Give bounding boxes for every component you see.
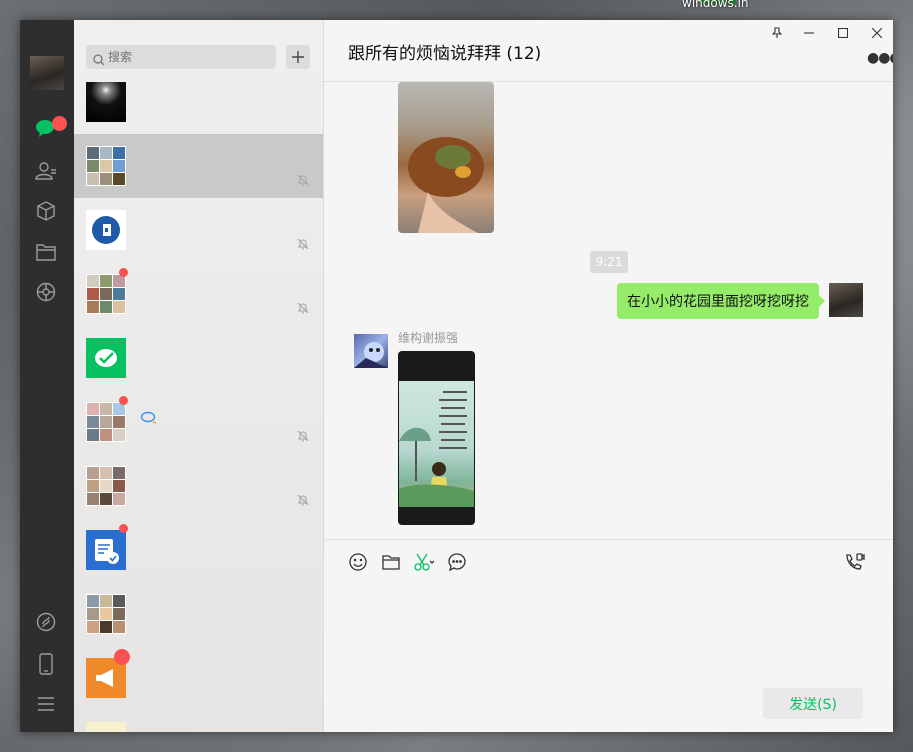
nav-sidebar (20, 20, 74, 732)
add-chat-button[interactable] (286, 45, 310, 69)
unread-badge (114, 649, 130, 665)
my-message-avatar[interactable] (829, 283, 863, 317)
close-icon[interactable] (870, 26, 884, 40)
search-input[interactable] (108, 45, 268, 69)
moments-icon[interactable] (33, 279, 59, 305)
screenshot-content (399, 381, 474, 507)
my-message-bubble[interactable]: 在小小的花园里面挖呀挖呀挖 (617, 283, 825, 319)
my-avatar[interactable] (30, 56, 64, 90)
sender-avatar[interactable] (354, 334, 388, 368)
unread-dot (119, 396, 128, 405)
screenshot-image-message[interactable] (398, 351, 475, 525)
folder-icon[interactable] (381, 552, 401, 572)
mute-icon (296, 172, 310, 191)
input-toolbar (324, 539, 893, 580)
conversation-item[interactable] (74, 710, 323, 732)
conversation-item[interactable] (74, 646, 323, 710)
favorites-icon[interactable] (33, 198, 59, 224)
conversation-list (74, 20, 324, 732)
chat-title: 跟所有的烦恼说拜拜 (12) (348, 44, 542, 64)
search-box[interactable] (86, 45, 276, 69)
conversation-item[interactable] (74, 518, 323, 582)
conversation-item[interactable] (74, 454, 323, 518)
mute-icon (296, 492, 310, 511)
maximize-icon[interactable] (836, 26, 850, 40)
conversation-item-selected[interactable] (74, 134, 323, 198)
bank-avatar (86, 210, 126, 250)
wechat-window: 跟所有的烦恼说拜拜 (12) ●●● (20, 20, 893, 732)
minimize-icon[interactable] (802, 26, 816, 40)
scissors-icon[interactable] (414, 552, 434, 572)
image-message[interactable] (398, 82, 494, 233)
chat-history-icon[interactable] (447, 552, 467, 572)
mute-icon (296, 428, 310, 447)
conversation-avatar (86, 722, 126, 732)
files-icon[interactable] (33, 239, 59, 265)
search-icon (93, 51, 105, 70)
chat-header: 跟所有的烦恼说拜拜 (12) ●●● (324, 20, 893, 82)
more-options-icon[interactable]: ●●● (867, 50, 893, 66)
voice-call-icon[interactable] (845, 552, 865, 572)
send-button[interactable]: 发送(S) (763, 688, 863, 719)
message-list: 9:21 在小小的花园里面挖呀挖呀挖 维构谢振强 (324, 82, 893, 539)
group-avatar (86, 146, 126, 186)
contacts-icon[interactable] (33, 158, 59, 184)
phone-icon[interactable] (33, 651, 59, 677)
mute-icon (296, 300, 310, 319)
wechat-pay-avatar (86, 338, 126, 378)
group-avatar (86, 402, 126, 442)
my-message-text: 在小小的花园里面挖呀挖呀挖 (627, 294, 809, 310)
message-input[interactable] (344, 580, 878, 684)
group-avatar (86, 274, 126, 314)
desktop-shortcut-label: windows.in (682, 0, 749, 10)
emoji-icon[interactable] (348, 552, 368, 572)
chat-unread-badge (52, 116, 67, 131)
service-avatar (86, 530, 126, 570)
group-avatar (86, 594, 126, 634)
unread-dot (119, 268, 128, 277)
group-avatar (86, 466, 126, 506)
chat-panel: 跟所有的烦恼说拜拜 (12) ●●● (324, 20, 893, 732)
mute-icon (296, 236, 310, 255)
time-divider: 9:21 (590, 251, 628, 273)
conversation-item[interactable] (74, 262, 323, 326)
conversation-item[interactable] (74, 582, 323, 646)
pin-icon[interactable] (770, 26, 784, 40)
unread-dot (119, 524, 128, 533)
chat-bubble-icon (140, 410, 158, 429)
conversation-avatar (86, 82, 126, 122)
conversation-item[interactable] (74, 326, 323, 390)
mini-program-icon[interactable] (33, 609, 59, 635)
conversation-item[interactable] (74, 390, 323, 454)
sender-name: 维构谢振强 (398, 331, 459, 345)
conversation-item[interactable] (74, 198, 323, 262)
menu-icon[interactable] (33, 691, 59, 717)
